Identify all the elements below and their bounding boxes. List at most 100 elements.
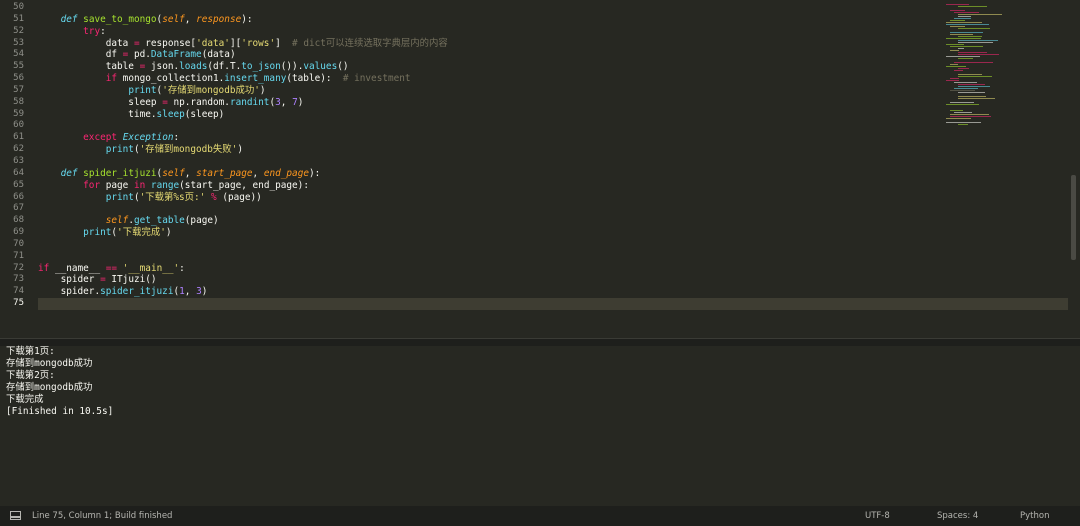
code-line[interactable]: table = json.loads(df.T.to_json()).value… xyxy=(38,61,938,73)
cursor-position-status: Line 75, Column 1; Build finished xyxy=(32,511,173,521)
code-line[interactable]: print('存储到mongodb失败') xyxy=(38,144,938,156)
minimap-stroke xyxy=(954,88,978,89)
line-number: 60 xyxy=(13,120,24,131)
minimap-stroke xyxy=(950,26,965,27)
minimap-stroke xyxy=(958,124,968,125)
line-number: 72 xyxy=(13,262,24,273)
code-line[interactable] xyxy=(38,298,1068,310)
minimap-stroke xyxy=(946,104,979,105)
code-line[interactable]: def spider_itjuzi(self, start_page, end_… xyxy=(38,168,938,180)
minimap-stroke xyxy=(958,86,990,87)
line-number-gutter: 50 51 52 53 54 55 56 57 58 59 60 61 62 63 64 65 66 67 68 69… xyxy=(0,2,30,310)
code-line[interactable]: except Exception: xyxy=(38,132,938,144)
code-line[interactable]: print('存储到mongodb成功') xyxy=(38,85,938,97)
syntax-status[interactable]: Python xyxy=(1020,506,1049,526)
minimap-stroke xyxy=(958,96,986,97)
line-number: 63 xyxy=(13,155,24,166)
output-line: [Finished in 10.5s] xyxy=(6,406,114,418)
minimap-stroke xyxy=(958,36,982,37)
minimap-stroke xyxy=(958,74,982,75)
minimap-stroke xyxy=(950,116,991,117)
output-line: 下载第2页: xyxy=(6,370,55,382)
minimap-stroke xyxy=(950,78,959,79)
line-number: 65 xyxy=(13,179,24,190)
line-number: 73 xyxy=(13,274,24,285)
output-line: 下载完成 xyxy=(6,394,44,406)
minimap-stroke xyxy=(958,6,987,7)
line-number: 52 xyxy=(13,25,24,36)
code-line[interactable] xyxy=(38,2,938,14)
status-bar: Line 75, Column 1; Build finished UTF-8 … xyxy=(0,506,1080,526)
line-number: 53 xyxy=(13,37,24,48)
encoding-status[interactable]: UTF-8 xyxy=(865,506,890,526)
minimap-stroke xyxy=(958,54,999,55)
line-number: 55 xyxy=(13,61,24,72)
minimap-stroke xyxy=(958,48,964,49)
minimap-stroke xyxy=(950,90,975,91)
line-number: 62 xyxy=(13,144,24,155)
line-number: 56 xyxy=(13,73,24,84)
minimap-stroke xyxy=(950,34,973,35)
editor-scrollbar[interactable] xyxy=(1071,175,1076,260)
build-output-panel[interactable]: 下载第1页: 存储到mongodb成功 下载第2页: 存储到mongodb成功 下载完成… xyxy=(0,346,1080,504)
minimap-stroke xyxy=(958,40,998,41)
minimap-stroke xyxy=(958,58,973,59)
minimap-stroke xyxy=(946,24,989,25)
code-line[interactable]: spider = ITjuzi() xyxy=(38,274,938,286)
line-number: 71 xyxy=(13,250,24,261)
code-line[interactable]: if mongo_collection1.insert_many(table):… xyxy=(38,73,938,85)
code-line[interactable]: for page in range(start_page, end_page): xyxy=(38,180,938,192)
code-line[interactable]: data = response['data']['rows'] # dict可以… xyxy=(38,38,938,50)
indentation-status[interactable]: Spaces: 4 xyxy=(937,506,978,526)
output-line: 下载第1页: xyxy=(6,346,55,357)
panel-toggle-icon[interactable] xyxy=(10,511,21,520)
code-line[interactable] xyxy=(38,239,938,251)
minimap-stroke xyxy=(950,46,983,47)
panel-divider[interactable] xyxy=(0,338,1080,346)
minimap-stroke xyxy=(958,42,993,43)
minimap-stroke xyxy=(950,114,989,115)
minimap-stroke xyxy=(958,28,990,29)
minimap[interactable] xyxy=(946,2,1076,132)
code-line[interactable]: print('下载完成') xyxy=(38,227,938,239)
code-line[interactable] xyxy=(38,203,938,215)
code-editor[interactable]: 50 51 52 53 54 55 56 57 58 59 60 61 62 63 64 65 66 67 68 69… xyxy=(0,0,1080,338)
minimap-stroke xyxy=(950,50,959,51)
code-area[interactable]: def save_to_mongo(self, response): try: … xyxy=(38,2,1068,310)
minimap-stroke xyxy=(946,66,966,67)
minimap-stroke xyxy=(958,98,995,99)
minimap-stroke xyxy=(950,64,958,65)
code-line[interactable] xyxy=(38,251,938,263)
line-number: 75 xyxy=(13,298,24,309)
code-line[interactable]: try: xyxy=(38,26,938,38)
code-line[interactable]: self.get_table(page) xyxy=(38,215,938,227)
line-number: 59 xyxy=(13,108,24,119)
minimap-stroke xyxy=(954,70,963,71)
minimap-stroke xyxy=(954,62,993,63)
minimap-stroke xyxy=(958,76,992,77)
minimap-stroke xyxy=(950,110,963,111)
minimap-stroke xyxy=(946,38,981,39)
code-line[interactable]: if __name__ == '__main__': xyxy=(38,263,938,275)
code-line[interactable]: print('下载第%s页:' % (page)) xyxy=(38,192,938,204)
code-line[interactable]: spider.spider_itjuzi(1, 3) xyxy=(38,286,938,298)
line-number: 57 xyxy=(13,84,24,95)
code-line[interactable] xyxy=(38,156,938,168)
code-line[interactable]: sleep = np.random.randint(3, 7) xyxy=(38,97,938,109)
minimap-stroke xyxy=(950,102,974,103)
minimap-stroke xyxy=(950,10,965,11)
output-line: 存储到mongodb成功 xyxy=(6,358,93,370)
minimap-stroke xyxy=(946,4,969,5)
minimap-stroke xyxy=(958,68,969,69)
line-number: 70 xyxy=(13,238,24,249)
code-line[interactable] xyxy=(38,120,938,132)
minimap-stroke xyxy=(954,18,971,19)
code-line[interactable]: def save_to_mongo(self, response): xyxy=(38,14,938,26)
code-line[interactable]: df = pd.DataFrame(data) xyxy=(38,49,938,61)
line-number: 64 xyxy=(13,167,24,178)
minimap-stroke xyxy=(946,44,964,45)
code-line[interactable]: time.sleep(sleep) xyxy=(38,109,938,121)
minimap-stroke xyxy=(954,112,972,113)
minimap-stroke xyxy=(950,20,965,21)
minimap-stroke xyxy=(946,122,981,123)
